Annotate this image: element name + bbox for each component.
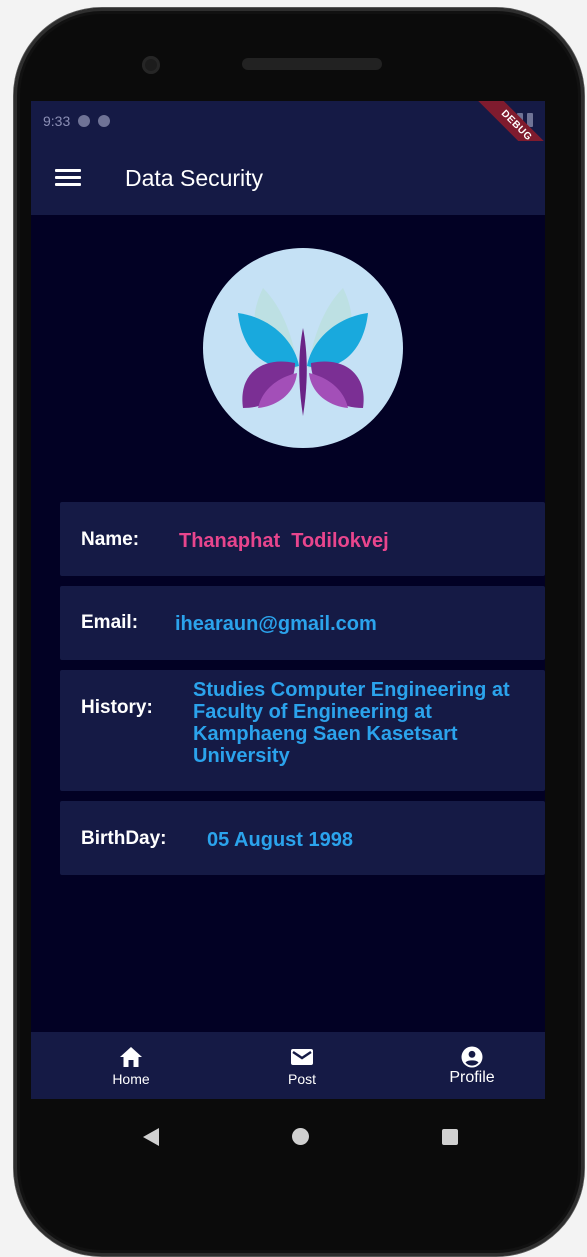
mail-icon	[291, 1049, 313, 1065]
nav-item-post[interactable]: Post	[252, 1032, 352, 1099]
history-value: Studies Computer Engineering at Faculty …	[193, 679, 510, 767]
account-circle-icon	[461, 1046, 483, 1068]
page-title: Data Security	[125, 164, 264, 191]
home-icon	[120, 1047, 142, 1067]
birthday-label: BirthDay:	[81, 828, 167, 849]
nav-label-home: Home	[112, 1071, 150, 1087]
earpiece-speaker	[242, 58, 382, 70]
system-back-icon[interactable]	[143, 1128, 159, 1146]
front-camera	[142, 56, 160, 74]
email-label: Email:	[81, 612, 139, 633]
status-bar: 9:33	[31, 101, 545, 141]
history-label: History:	[81, 697, 153, 718]
email-value: ihearaun@gmail.com	[175, 613, 377, 635]
birthday-card: BirthDay: 05 August 1998	[60, 801, 545, 875]
notification-icon	[78, 115, 91, 127]
email-card: Email: ihearaun@gmail.com	[60, 586, 545, 660]
bottom-navigation: Home Post Profile	[31, 1032, 545, 1099]
avatar	[203, 248, 403, 448]
app-bar: Data Security	[31, 141, 545, 215]
nav-label-post: Post	[287, 1071, 316, 1087]
name-card: Name: Thanaphat Todilokvej	[60, 502, 545, 576]
birthday-value: 05 August 1998	[207, 829, 353, 851]
nav-item-home[interactable]: Home	[81, 1032, 181, 1099]
hamburger-menu-icon[interactable]	[55, 169, 81, 187]
system-home-icon[interactable]	[292, 1128, 309, 1145]
status-time: 9:33	[43, 113, 71, 129]
app-screen: 9:33 DEBUG Data Security Name: Thanaphat	[31, 101, 545, 1099]
notification-icon	[98, 115, 111, 127]
nav-label-profile: Profile	[449, 1069, 495, 1086]
butterfly-logo-icon	[238, 288, 368, 416]
name-label: Name:	[81, 529, 140, 550]
name-value: Thanaphat Todilokvej	[179, 530, 389, 552]
history-card: History: Studies Computer Engineering at…	[60, 670, 545, 791]
system-recents-icon[interactable]	[442, 1129, 458, 1145]
nav-item-profile[interactable]: Profile	[422, 1032, 522, 1099]
